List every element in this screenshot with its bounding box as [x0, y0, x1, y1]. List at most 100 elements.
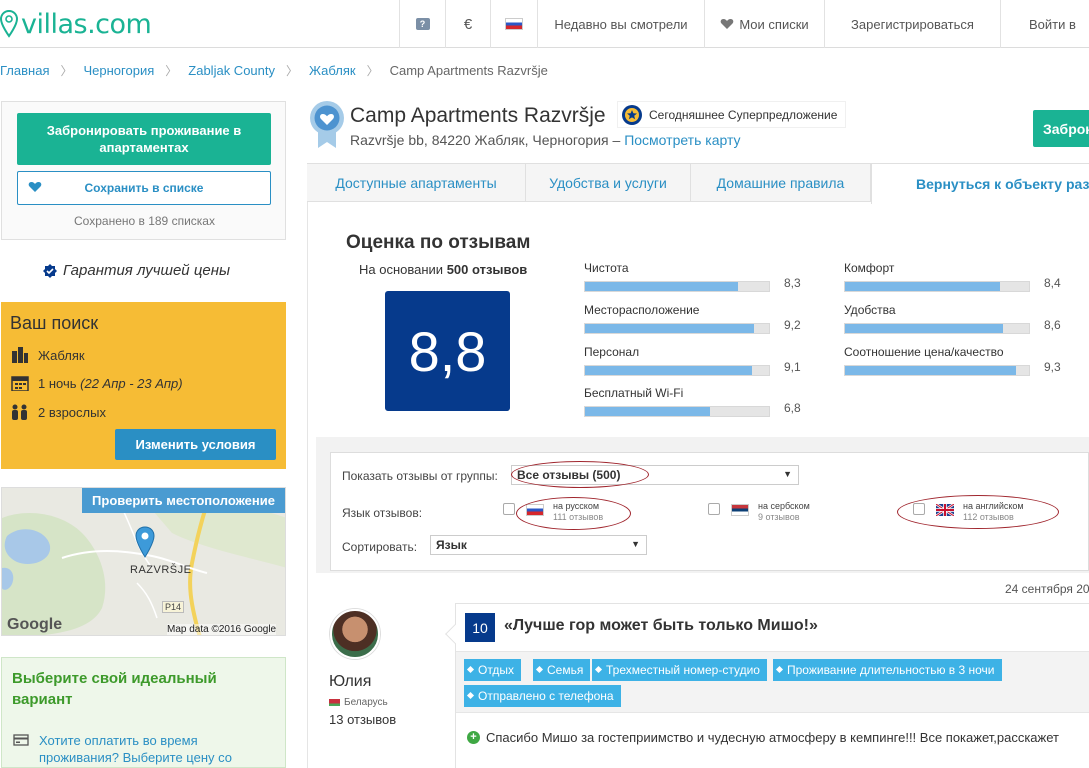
russia-flag-icon — [505, 18, 523, 30]
guarantee-label: Гарантия лучшей цены — [63, 262, 231, 279]
category-comfort: Комфорт 8,4 — [844, 261, 1061, 292]
tab-house-rules[interactable]: Домашние правила — [691, 164, 871, 202]
booking-panel: Забронировать проживание в апартаментах … — [1, 101, 286, 240]
language-option-serbian[interactable]: на сербском 9 отзывов — [708, 501, 810, 523]
sort-value: Язык — [436, 538, 467, 552]
review-positive-text: Спасибо Мишо за гостеприимство и чудесну… — [486, 730, 1059, 745]
category-value: 9,2 — [784, 318, 801, 332]
tab-back-to-property[interactable]: Вернуться к объекту размещения — [871, 164, 1089, 204]
category-bar — [584, 406, 770, 417]
view-map-link[interactable]: Посмотреть карту — [624, 132, 740, 148]
login-link[interactable]: Войти в — [1000, 0, 1089, 48]
review-tag: Отправлено с телефона — [464, 685, 621, 707]
category-bar — [584, 323, 770, 334]
pay-at-property-link[interactable]: Хотите оплатить во время проживания? Выб… — [39, 732, 279, 766]
category-value: 8,4 — [1044, 276, 1061, 290]
reviewer-country-label: Беларусь — [344, 697, 388, 708]
review-score: 10 — [465, 613, 495, 642]
category-label: Персонал — [584, 345, 640, 359]
map-marker-icon[interactable] — [135, 526, 155, 558]
tab-available-apartments[interactable]: Доступные апартаменты — [307, 164, 526, 202]
tab-back-label: Вернуться к объекту размещения — [916, 176, 1089, 192]
register-link[interactable]: Зарегистрироваться — [824, 0, 1000, 48]
book-top-button[interactable]: Забронировать — [1033, 110, 1089, 147]
breadcrumb-city[interactable]: Жабляк — [309, 63, 356, 78]
review-tag: Отдых — [464, 659, 522, 681]
annotation-circle — [516, 497, 631, 530]
sort-select[interactable]: Язык ▼ — [430, 535, 647, 555]
serbian-option-text: на сербском 9 отзывов — [758, 501, 810, 523]
super-deal-label: Сегодняшнее Суперпредложение — [649, 107, 838, 122]
medal-icon — [622, 104, 642, 125]
book-apartment-button[interactable]: Забронировать проживание в апартаментах — [17, 113, 271, 165]
review-tag: Семья — [533, 659, 591, 681]
check-location-button[interactable]: Проверить местоположение — [82, 488, 285, 513]
help-icon: ? — [415, 18, 430, 30]
super-deal-badge: Сегодняшнее Суперпредложение — [617, 101, 847, 128]
chevron-right-icon: 〉 — [60, 63, 73, 78]
belarus-flag-icon — [329, 699, 340, 706]
review-date: 24 сентября 20 — [1005, 582, 1089, 596]
annotation-circle — [897, 495, 1059, 529]
change-search-button[interactable]: Изменить условия — [115, 429, 276, 460]
check-badge-icon — [43, 263, 57, 278]
breadcrumb-home[interactable]: Главная — [0, 63, 49, 78]
dropdown-arrow-icon: ▼ — [631, 539, 640, 549]
logo-text: villas.com — [21, 8, 152, 40]
payment-card-icon — [13, 734, 29, 746]
review-score-basis: На основании 500 отзывов — [359, 262, 527, 277]
breadcrumb-county[interactable]: Zabljak County — [188, 63, 275, 78]
search-city: Жабляк — [10, 346, 85, 364]
review-tags: Отдых Семья Трехместный номер-студио Про… — [456, 651, 1089, 713]
category-cleanliness: Чистота 8,3 — [584, 261, 801, 292]
language-filter-label: Язык отзывов: — [342, 506, 423, 520]
tab-amenities[interactable]: Удобства и услуги — [526, 164, 691, 202]
your-search-panel: Ваш поиск Жабляк 1 ночь (22 Апр - 23 Апр… — [1, 302, 286, 469]
category-label: Комфорт — [844, 261, 895, 275]
review-title: «Лучше гор может быть только Мишо!» — [504, 617, 818, 634]
site-logo[interactable]: villas.com — [0, 6, 152, 42]
category-bar-fill — [585, 282, 738, 291]
category-value: 9,3 — [1044, 360, 1061, 374]
category-value-for-money: Соотношение цена/качество 9,3 — [844, 345, 1061, 376]
category-bar — [844, 365, 1030, 376]
annotation-circle — [511, 461, 649, 488]
breadcrumb-country[interactable]: Черногория — [84, 63, 155, 78]
save-to-list-button[interactable]: Сохранить в списке — [17, 171, 271, 205]
russian-checkbox[interactable] — [503, 503, 515, 515]
location-map[interactable]: Проверить местоположение RAZVRŠJE P14 Go… — [1, 487, 286, 636]
category-value: 8,3 — [784, 276, 801, 290]
recently-viewed-link[interactable]: Недавно вы смотрели — [537, 0, 704, 48]
map-road-label: P14 — [162, 601, 185, 613]
category-value: 6,8 — [784, 401, 801, 415]
people-icon — [10, 404, 30, 420]
map-place-label: RAZVRŠJE — [130, 564, 192, 576]
category-bar-fill — [585, 366, 753, 375]
breadcrumb-current: Camp Apartments Razvršje — [389, 62, 548, 78]
best-price-guarantee[interactable]: Гарантия лучшей цены — [42, 262, 230, 279]
serbia-flag-icon — [731, 504, 749, 516]
search-guests-value: 2 взрослых — [38, 404, 106, 420]
breadcrumb: Главная 〉 Черногория 〉 Zabljak County 〉 … — [0, 62, 548, 78]
category-label: Соотношение цена/качество — [844, 345, 1004, 359]
favorite-badge-icon — [309, 100, 345, 153]
review-score-title: Оценка по отзывам — [346, 232, 531, 253]
review-filter-panel: Показать отзывы от группы: Все отзывы (5… — [330, 452, 1089, 571]
reviewer-name: Юлия — [329, 673, 372, 690]
save-label: Сохранить в списке — [84, 181, 204, 195]
category-bar — [584, 365, 770, 376]
serbian-checkbox[interactable] — [708, 503, 720, 515]
my-lists-label: Мои списки — [739, 16, 809, 32]
category-wifi: Бесплатный Wi-Fi 6,8 — [584, 386, 801, 417]
my-lists-link[interactable]: Мои списки — [704, 0, 824, 48]
language-selector[interactable] — [490, 0, 537, 48]
category-value: 9,1 — [784, 360, 801, 374]
category-bar — [844, 281, 1030, 292]
google-logo: Google — [7, 616, 63, 633]
category-label: Удобства — [844, 303, 896, 317]
category-bar-fill — [845, 282, 1000, 291]
currency-selector[interactable]: € — [445, 0, 490, 48]
category-label: Месторасположение — [584, 303, 700, 317]
help-button[interactable]: ? — [399, 0, 445, 48]
category-location: Месторасположение 9,2 — [584, 303, 801, 334]
